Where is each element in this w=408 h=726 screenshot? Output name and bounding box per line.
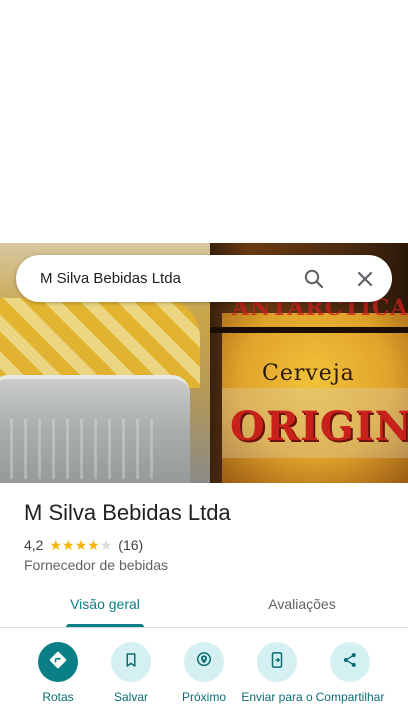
photo-glass	[0, 375, 190, 483]
tabs-divider	[0, 627, 408, 628]
tab-overview[interactable]: Visão geral	[62, 588, 148, 628]
search-bar[interactable]: M Silva Bebidas Ltda	[16, 255, 392, 302]
send-to-phone-button[interactable]: Enviar para o	[241, 642, 313, 704]
close-icon[interactable]	[353, 267, 377, 291]
bookmark-icon	[122, 651, 140, 674]
star-icon: ★	[99, 537, 113, 553]
star-icon: ★	[87, 537, 100, 553]
star-icon: ★	[62, 537, 75, 553]
star-rating: ★ ★ ★ ★ ★	[49, 538, 112, 552]
directions-label: Rotas	[42, 690, 74, 704]
nearby-label: Próximo	[181, 690, 226, 704]
star-icon: ★	[74, 537, 88, 553]
rating-row[interactable]: 4,2 ★ ★ ★ ★ ★ (16)	[24, 536, 143, 554]
send-to-phone-label: Enviar para o	[241, 690, 313, 704]
star-icon: ★	[49, 537, 63, 553]
save-button[interactable]: Salvar	[95, 642, 167, 704]
blank-area	[0, 0, 408, 243]
nearby-icon	[194, 650, 214, 675]
search-icon[interactable]	[302, 267, 326, 291]
share-icon	[341, 651, 359, 674]
directions-icon	[48, 650, 68, 675]
place-title: M Silva Bebidas Ltda	[24, 500, 231, 525]
send-to-phone-icon	[268, 651, 286, 674]
share-button[interactable]: Compartilhar	[314, 642, 386, 704]
photo-brand-main: ORIGINAL	[230, 403, 408, 450]
tab-reviews[interactable]: Avaliações	[252, 588, 352, 628]
photo-brand-mid: Cerveja	[262, 361, 355, 386]
rating-value: 4,2	[24, 537, 44, 553]
search-query[interactable]: M Silva Bebidas Ltda	[40, 255, 181, 302]
share-label: Compartilhar	[315, 690, 385, 704]
review-count[interactable]: (16)	[118, 537, 143, 553]
place-category: Fornecedor de bebidas	[24, 557, 168, 573]
directions-button[interactable]: Rotas	[22, 642, 94, 704]
save-label: Salvar	[113, 690, 148, 704]
nearby-button[interactable]: Próximo	[168, 642, 240, 704]
